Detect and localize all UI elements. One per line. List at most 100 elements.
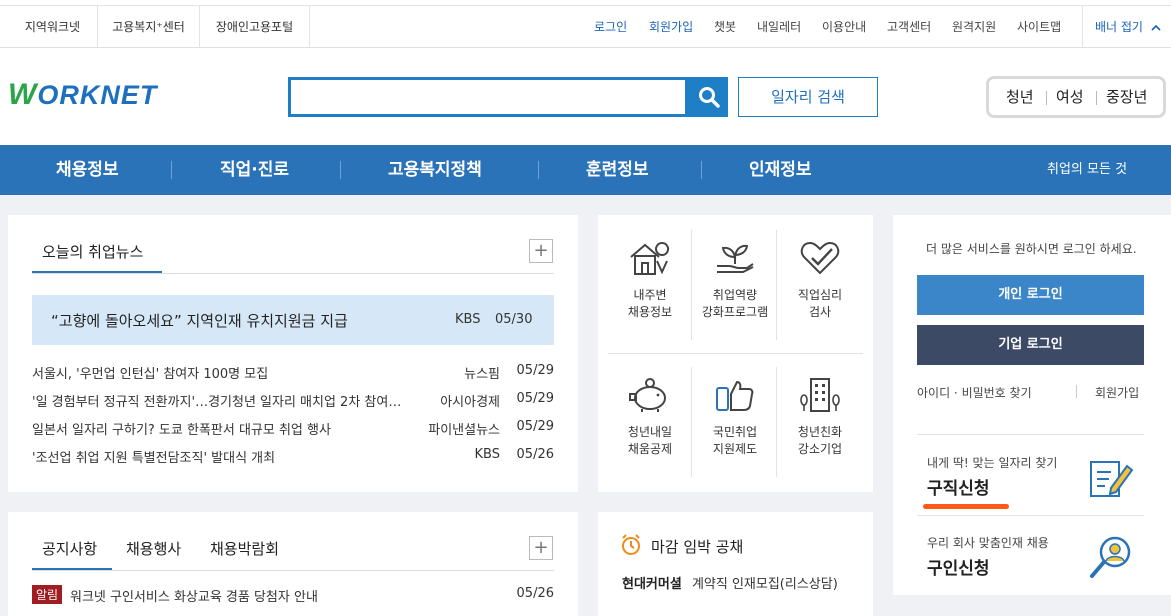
service-youth-friendly-company[interactable]: 청년친화 강소기업 (778, 376, 862, 458)
login-link[interactable]: 로그인 (594, 6, 627, 48)
job-search-button[interactable]: 일자리 검색 (738, 77, 878, 117)
featured-news-source: KBS (455, 312, 481, 327)
company-login-button[interactable]: 기업 로그인 (917, 325, 1144, 365)
chatbot-link[interactable]: 챗봇 (714, 6, 736, 48)
quick-tab-middle-aged[interactable]: 중장년 (1106, 79, 1147, 115)
tab-hiring-events[interactable]: 채용행사 (126, 538, 181, 559)
recruit-subtitle: 우리 회사 맞춤인재 채용 (927, 536, 1049, 550)
login-prompt: 더 많은 서비스를 원하시면 로그인 하세요. (926, 242, 1137, 256)
notice-item[interactable]: 알림 워크넷 구인서비스 화상교육 경품 당첨자 안내 05/26 (32, 585, 554, 605)
job-seek-title: 구직신청 (927, 479, 990, 499)
tab-divider (32, 273, 554, 274)
tab-notices[interactable]: 공지사항 (42, 538, 97, 559)
deadline-title: 마감 임박 공채 (651, 538, 744, 556)
news-item-date: 05/26 (516, 447, 554, 462)
nav-divider (340, 161, 341, 179)
news-item[interactable]: '조선업 취업 지원 특별전담조직' 발대식 개최 KBS 05/26 (32, 447, 554, 469)
building-icon (778, 376, 862, 414)
notice-title: 워크넷 구인서비스 화상교육 경품 당첨자 안내 (70, 590, 318, 605)
worknet-logo[interactable]: WORKNET (8, 78, 157, 112)
service-label: 청년친화 (797, 425, 843, 439)
nav-talent[interactable]: 인재정보 (749, 145, 812, 195)
service-psych-test[interactable]: 직업심리 검사 (778, 239, 862, 321)
service-label: 직업심리 (797, 288, 843, 302)
deadline-item[interactable]: 현대커머셜 계약직 인재모집(리스상담) (622, 576, 852, 594)
quick-tab-youth[interactable]: 청년 (1006, 79, 1034, 115)
customer-center-link[interactable]: 고객센터 (887, 6, 931, 48)
news-item-title: '조선업 취업 지원 특별전담조직' 발대식 개최 (32, 451, 276, 466)
notice-more-button[interactable]: + (529, 536, 553, 560)
news-item-date: 05/29 (516, 419, 554, 434)
notice-panel: 공지사항 채용행사 채용박람회 + 알림 워크넷 구인서비스 화상교육 경품 당… (8, 512, 578, 616)
grid-divider (608, 353, 863, 354)
search-input[interactable] (291, 80, 685, 114)
nav-divider (171, 161, 172, 179)
banner-fold-button[interactable]: 배너 접기 (1082, 6, 1171, 48)
personal-login-button[interactable]: 개인 로그인 (917, 275, 1144, 315)
service-label: 국민취업 (712, 425, 758, 439)
notice-date: 05/26 (516, 586, 554, 601)
utility-bar: 지역워크넷 고용복지⁺센터 장애인고용포털 로그인 회원가입 챗봇 내일레터 이… (0, 6, 1171, 48)
site-tab-disability-portal[interactable]: 장애인고용포털 (200, 6, 310, 48)
news-panel: 오늘의 취업뉴스 + “고향에 돌아오세요” 지역인재 유치지원금 지급 KBS… (8, 215, 578, 492)
featured-news[interactable]: “고향에 돌아오세요” 지역인재 유치지원금 지급 KBS 05/30 (32, 295, 554, 345)
service-youth-savings[interactable]: 청년내일 채움공제 (608, 376, 692, 458)
chevron-up-icon (1151, 6, 1161, 48)
search-box (288, 77, 688, 117)
recruit-title: 구인신청 (927, 559, 990, 579)
nav-divider (538, 161, 539, 179)
quick-tab-women[interactable]: 여성 (1056, 79, 1084, 115)
news-item[interactable]: 일본서 일자리 구하기? 도쿄 한폭판서 대규모 취업 행사 파이낸셜뉴스 05/2… (32, 419, 554, 441)
news-more-button[interactable]: + (529, 239, 553, 263)
link-divider (1076, 385, 1077, 398)
site-tab-regional[interactable]: 지역워크넷 (8, 6, 98, 48)
header: WORKNET 일자리 검색 청년 여성 중장년 (0, 48, 1171, 145)
deadline-job: 계약직 인재모집(리스상담) (691, 577, 838, 592)
nav-job-info[interactable]: 채용정보 (56, 145, 119, 195)
guide-link[interactable]: 이용안내 (822, 6, 866, 48)
nav-divider (701, 161, 702, 179)
news-panel-title[interactable]: 오늘의 취업뉴스 (42, 241, 143, 262)
tab-job-fairs[interactable]: 채용박람회 (210, 538, 279, 559)
quick-target-tabs: 청년 여성 중장년 (986, 76, 1166, 118)
panel-divider (917, 434, 1144, 435)
search-button[interactable] (688, 77, 728, 117)
featured-news-title: “고향에 돌아오세요” 지역인재 유치지원금 지급 (51, 312, 348, 330)
service-national-employment[interactable]: 국민취업 지원제도 (693, 376, 777, 458)
nav-career[interactable]: 직업·진로 (220, 145, 289, 195)
service-label: 강화프로그램 (701, 305, 769, 319)
recruit-apply[interactable]: 우리 회사 맞춤인재 채용 구인신청 (917, 520, 1144, 590)
news-item-date: 05/29 (516, 391, 554, 406)
quick-divider (1096, 91, 1097, 105)
site-tab-welfare-center[interactable]: 고용복지⁺센터 (98, 6, 200, 48)
person-search-icon (1087, 534, 1135, 586)
featured-news-date: 05/30 (495, 312, 533, 327)
service-nearby-jobs[interactable]: 내주변 채용정보 (608, 239, 692, 321)
news-item-source: 뉴스핌 (464, 367, 500, 382)
nav-training[interactable]: 훈련정보 (586, 145, 649, 195)
find-id-password-link[interactable]: 아이디 · 비밀번호 찾기 (917, 384, 1032, 401)
alarm-clock-icon (620, 534, 642, 560)
news-item[interactable]: '일 경험부터 정규직 전환까지'…경기청년 일자리 매치업 2차 참여자 모집… (32, 391, 554, 413)
notice-badge: 알림 (32, 585, 63, 604)
deadline-panel: 마감 임박 공채 현대커머셜 계약직 인재모집(리스상담) (598, 512, 873, 616)
news-item-source: 아시아경제 (440, 395, 500, 410)
piggy-bank-icon (608, 376, 692, 414)
remote-support-link[interactable]: 원격지원 (952, 6, 996, 48)
tab-divider (32, 570, 554, 571)
job-seek-subtitle: 내게 딱! 맞는 일자리 찾기 (927, 456, 1058, 470)
nav-all-menu[interactable]: 취업의 모든 것 (1047, 145, 1127, 195)
join-link[interactable]: 회원가입 (1095, 384, 1139, 401)
service-label: 채용정보 (627, 305, 673, 319)
sitemap-link[interactable]: 사이트맵 (1017, 6, 1061, 48)
service-label: 취업역량 (712, 288, 758, 302)
signup-link[interactable]: 회원가입 (649, 6, 693, 48)
newsletter-link[interactable]: 내일레터 (757, 6, 801, 48)
job-seek-apply[interactable]: 내게 딱! 맞는 일자리 찾기 구직신청 (917, 440, 1144, 512)
service-employment-program[interactable]: 취업역량 강화프로그램 (693, 239, 777, 321)
thumbs-up-phone-icon (693, 376, 777, 414)
nav-welfare-policy[interactable]: 고용복지정책 (388, 145, 482, 195)
service-label: 지원제도 (712, 442, 758, 456)
service-label: 강소기업 (797, 442, 843, 456)
news-item[interactable]: 서울시, '우먼업 인턴십' 참여자 100명 모집 뉴스핌 05/29 (32, 363, 554, 385)
